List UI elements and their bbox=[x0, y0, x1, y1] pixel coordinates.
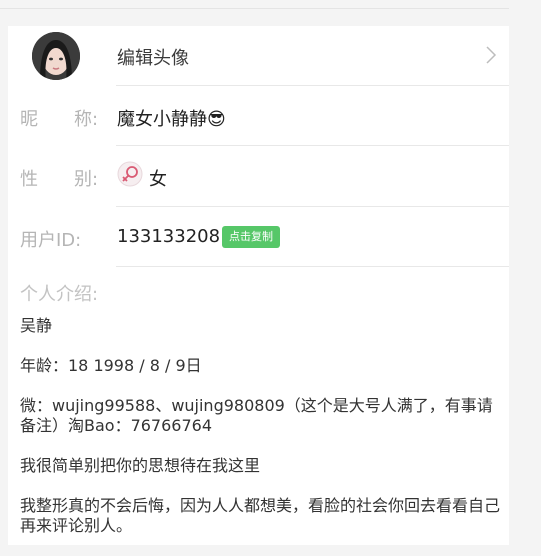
intro-line: 我很简单别把你的思想待在我这里 bbox=[20, 456, 261, 475]
intro-label: 个人介绍: bbox=[20, 284, 99, 305]
avatar[interactable] bbox=[32, 32, 80, 80]
copy-id-button[interactable]: 点击复制 bbox=[222, 226, 280, 248]
nickname-value: 魔女小静静😎 bbox=[117, 109, 226, 130]
intro-line: 吴静 bbox=[20, 316, 53, 335]
gender-row[interactable]: 性 别: 女 bbox=[8, 146, 509, 206]
divider bbox=[116, 266, 509, 267]
intro-line: 年龄：18 1998 / 8 / 9日 bbox=[20, 356, 202, 375]
intro-line: 我整形真的不会后悔，因为人人都想美，看脸的社会你回去看看自己再来评论别人。 bbox=[20, 496, 501, 535]
nickname-label: 昵 称: bbox=[20, 109, 99, 130]
user-id-label: 用户ID: bbox=[20, 230, 82, 251]
intro-line: 微：wujing99588、wujing980809（这个是大号人满了，有事请备… bbox=[20, 396, 493, 435]
intro-text: 吴静 年龄：18 1998 / 8 / 9日 微：wujing99588、wuj… bbox=[20, 316, 500, 556]
nickname-row[interactable]: 昵 称: 魔女小静静😎 bbox=[8, 86, 509, 146]
edit-avatar-label: 编辑头像 bbox=[117, 48, 189, 69]
female-icon bbox=[117, 161, 143, 187]
user-id-value: 133133208 bbox=[117, 226, 221, 247]
avatar-image bbox=[32, 32, 80, 80]
top-divider bbox=[0, 0, 541, 9]
gender-value: 女 bbox=[149, 169, 167, 190]
edit-avatar-row[interactable]: 编辑头像 bbox=[8, 26, 509, 86]
right-margin bbox=[509, 0, 541, 545]
gender-label: 性 别: bbox=[20, 169, 99, 190]
chevron-right-icon bbox=[486, 46, 497, 64]
profile-card: 编辑头像 昵 称: 魔女小静静😎 性 别: 女 用户ID: 133133208 … bbox=[8, 26, 509, 545]
